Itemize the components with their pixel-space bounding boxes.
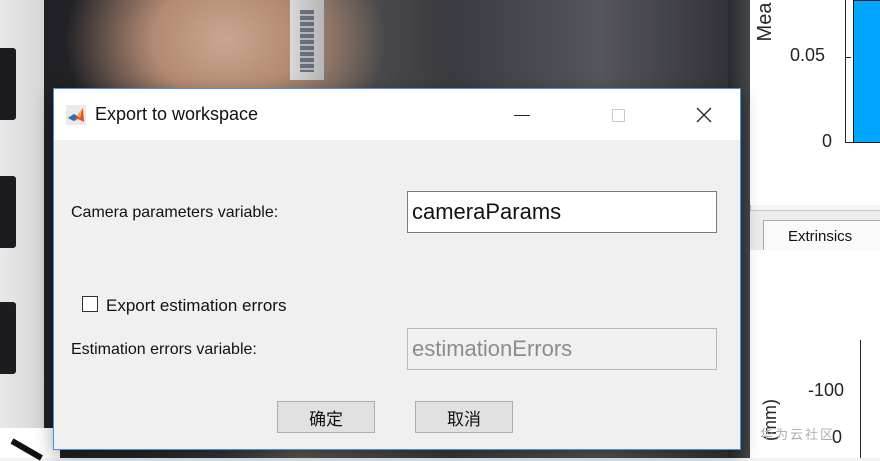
- export-dialog: Export to workspace Camera parameters va…: [53, 88, 741, 450]
- export-errors-label[interactable]: Export estimation errors: [106, 296, 286, 316]
- checkerboard-square: [0, 48, 16, 120]
- extrinsics-axis: [860, 340, 861, 458]
- checkerboard-square: [0, 176, 16, 248]
- close-button[interactable]: [684, 97, 724, 133]
- cancel-button[interactable]: 取消: [415, 401, 513, 433]
- camera-params-input[interactable]: [407, 191, 717, 233]
- close-icon: [696, 107, 712, 123]
- bar-chart-tick: 0: [822, 131, 833, 151]
- tab-extrinsics[interactable]: Extrinsics: [763, 220, 880, 250]
- export-errors-checkbox[interactable]: [82, 296, 98, 312]
- bar-chart-tick: 0.05: [790, 45, 826, 65]
- errors-variable-input: [407, 328, 717, 370]
- extrinsics-tick: -100: [808, 380, 845, 400]
- maximize-icon: [611, 108, 625, 122]
- minimize-icon: [514, 114, 530, 116]
- error-bar: [853, 0, 880, 143]
- device-label-print: [300, 10, 314, 72]
- bar-chart-y-axis: [845, 0, 846, 143]
- bar-chart-ylabel: Mea: [753, 2, 776, 42]
- watermark: 华为云社区: [760, 427, 836, 442]
- matlab-logo-icon: [66, 105, 86, 125]
- camera-params-label: Camera parameters variable:: [71, 204, 279, 221]
- maximize-button[interactable]: [598, 97, 638, 133]
- minimize-button[interactable]: [502, 97, 542, 133]
- ok-button[interactable]: 确定: [277, 401, 375, 433]
- dialog-title: Export to workspace: [95, 104, 259, 124]
- dialog-titlebar[interactable]: Export to workspace: [54, 89, 740, 140]
- errors-variable-label: Estimation errors variable:: [71, 341, 257, 358]
- bar-chart-tick-mark: [845, 57, 851, 58]
- checkerboard-square: [0, 302, 16, 374]
